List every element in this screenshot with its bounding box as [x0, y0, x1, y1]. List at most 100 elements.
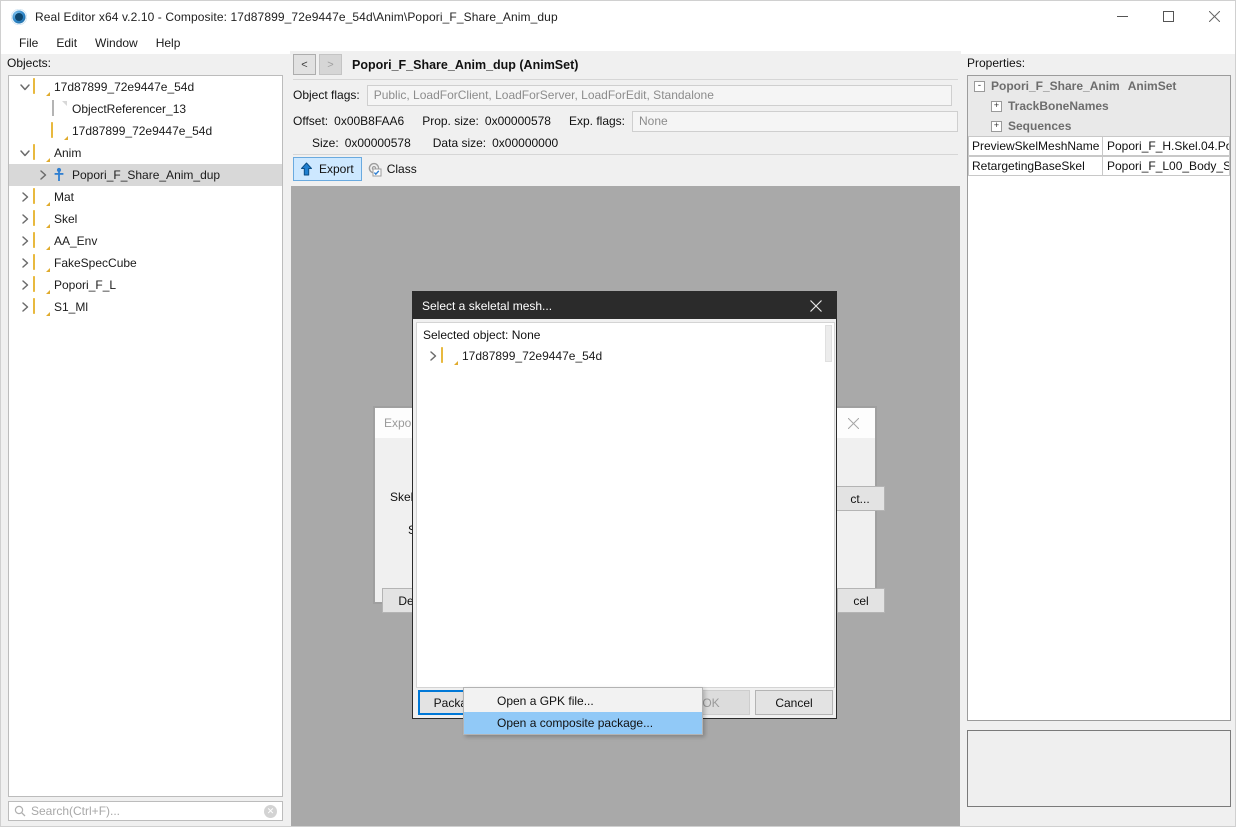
- offset-value: 0x00B8FAA6: [334, 114, 405, 128]
- property-group-row[interactable]: - Popori_F_Share_Anim AnimSet: [968, 76, 1230, 96]
- tree-item[interactable]: AA_Env: [9, 230, 282, 252]
- tree-item-label: ObjectReferencer_13: [72, 102, 187, 116]
- title-bar: Real Editor x64 v.2.10 - Composite: 17d8…: [1, 1, 1235, 32]
- prop-size-value: 0x00000578: [484, 114, 551, 128]
- divider-2: [293, 154, 958, 155]
- property-value[interactable]: Popori_F_L00_Body_Skel: [1102, 156, 1230, 176]
- chevron-right-icon[interactable]: [35, 164, 51, 186]
- minimize-icon[interactable]: [1099, 1, 1145, 32]
- close-icon[interactable]: [831, 408, 875, 438]
- document-icon: [51, 100, 67, 117]
- chevron-down-icon[interactable]: [17, 76, 33, 98]
- tree-item[interactable]: Mat: [9, 186, 282, 208]
- export-cancel-button[interactable]: cel: [837, 588, 885, 613]
- property-group-row[interactable]: + Sequences: [968, 116, 1230, 136]
- tree-item[interactable]: Skel: [9, 208, 282, 230]
- data-size-value: 0x00000000: [492, 136, 559, 150]
- object-flags-value: Public, LoadForClient, LoadForServer, Lo…: [366, 84, 952, 106]
- folder-icon: [33, 78, 49, 95]
- folder-icon: [33, 298, 49, 315]
- tab-export[interactable]: Export: [293, 157, 362, 181]
- modal-tree-item-label: 17d87899_72e9447e_54d: [462, 349, 603, 363]
- property-key: RetargetingBaseSkel: [968, 156, 1102, 176]
- properties-tree[interactable]: - Popori_F_Share_Anim AnimSet + TrackBoneNam…: [967, 75, 1231, 721]
- tree-item-label: FakeSpecCube: [54, 256, 137, 270]
- tree-item-label: Popori_F_L: [54, 278, 117, 292]
- export-arrow-icon: [298, 161, 315, 178]
- menu-item-open-composite[interactable]: Open a composite package...: [464, 712, 702, 734]
- tree-item[interactable]: 17d87899_72e9447e_54d: [9, 76, 282, 98]
- tab-export-label: Export: [319, 162, 354, 176]
- tree-item[interactable]: Anim: [9, 142, 282, 164]
- tree-item[interactable]: ObjectReferencer_13: [9, 98, 282, 120]
- chevron-right-icon[interactable]: [17, 274, 33, 296]
- menu-edit[interactable]: Edit: [47, 34, 86, 52]
- modal-tree-area[interactable]: Selected object: None 17d87899_72e9447e_…: [416, 322, 835, 688]
- chevron-right-icon[interactable]: [17, 186, 33, 208]
- property-row[interactable]: RetargetingBaseSkelPopori_F_L00_Body_Ske…: [968, 156, 1230, 176]
- objects-tree[interactable]: 17d87899_72e9447e_54d ObjectReferencer_13…: [8, 75, 283, 797]
- folder-icon: [33, 188, 49, 205]
- menu-window[interactable]: Window: [86, 34, 147, 52]
- folder-icon: [33, 276, 49, 293]
- property-expander-icon[interactable]: +: [991, 100, 1002, 112]
- close-icon[interactable]: [1191, 1, 1235, 32]
- menu-item-open-gpk[interactable]: Open a GPK file...: [464, 690, 702, 712]
- nav-back-button[interactable]: <: [293, 54, 316, 75]
- chevron-down-icon[interactable]: [17, 142, 33, 164]
- tree-item[interactable]: 17d87899_72e9447e_54d: [9, 120, 282, 142]
- size-label: Size:: [312, 136, 339, 150]
- tree-item[interactable]: S1_Ml: [9, 296, 282, 318]
- object-flags-label: Object flags:: [293, 88, 360, 102]
- search-box[interactable]: ✕: [8, 801, 283, 821]
- folder-icon: [441, 347, 457, 364]
- modal-scrollbar[interactable]: [824, 324, 833, 687]
- tree-item[interactable]: Popori_F_L: [9, 274, 282, 296]
- cancel-button[interactable]: Cancel: [755, 690, 833, 715]
- tree-item-label: AA_Env: [54, 234, 98, 248]
- property-value[interactable]: Popori_F_H.Skel.04.Popo: [1102, 136, 1230, 156]
- chevron-right-icon[interactable]: [17, 208, 33, 230]
- menu-help[interactable]: Help: [147, 34, 190, 52]
- modal-scrollbar-thumb[interactable]: [825, 325, 832, 362]
- clear-icon[interactable]: ✕: [264, 804, 277, 818]
- tab-class[interactable]: Class: [362, 157, 424, 181]
- chevron-right-icon[interactable]: [17, 296, 33, 318]
- window-controls: [1099, 1, 1235, 32]
- close-icon[interactable]: [796, 292, 836, 319]
- properties-detail-panel: [967, 730, 1231, 807]
- selected-object-text: Selected object: None: [423, 328, 541, 342]
- properties-panel-label: Properties:: [967, 56, 1026, 70]
- object-navigation: < > Popori_F_Share_Anim_dup (AnimSet): [293, 54, 578, 75]
- modal-tree-item[interactable]: 17d87899_72e9447e_54d: [417, 345, 834, 367]
- chevron-right-icon[interactable]: [17, 252, 33, 274]
- property-expander-icon[interactable]: -: [974, 80, 985, 92]
- application-window: Real Editor x64 v.2.10 - Composite: 17d8…: [0, 0, 1236, 827]
- chevron-right-icon[interactable]: [425, 345, 441, 367]
- package-context-menu: Open a GPK file... Open a composite pack…: [463, 687, 703, 735]
- select-skeletal-mesh-dialog: Select a skeletal mesh... Selected objec…: [412, 291, 837, 719]
- window-title: Real Editor x64 v.2.10 - Composite: 17d8…: [35, 9, 558, 24]
- tree-item-label: Popori_F_Share_Anim_dup: [72, 168, 221, 182]
- search-input[interactable]: [31, 802, 264, 820]
- tab-class-label: Class: [386, 162, 417, 176]
- export-select-button[interactable]: ct...: [835, 486, 885, 511]
- size-value: 0x00000578: [344, 136, 411, 150]
- tree-item[interactable]: FakeSpecCube: [9, 252, 282, 274]
- modal-title-text: Select a skeletal mesh...: [422, 298, 553, 313]
- tree-item-label: Skel: [54, 212, 78, 226]
- export-skel-label: Skel: [390, 490, 414, 504]
- folder-icon: [33, 144, 49, 161]
- tree-item[interactable]: Popori_F_Share_Anim_dup: [9, 164, 282, 186]
- menu-file[interactable]: File: [10, 34, 47, 52]
- tree-item-label: Anim: [54, 146, 82, 160]
- size-row: Size: 0x00000578 Data size: 0x00000000: [293, 133, 958, 153]
- property-row[interactable]: PreviewSkelMeshNamePopori_F_H.Skel.04.Po…: [968, 136, 1230, 156]
- property-expander-icon[interactable]: +: [991, 120, 1002, 132]
- chevron-right-icon[interactable]: [17, 230, 33, 252]
- maximize-icon[interactable]: [1145, 1, 1191, 32]
- property-group-row[interactable]: + TrackBoneNames: [968, 96, 1230, 116]
- property-group-type: AnimSet: [1127, 79, 1177, 93]
- nav-forward-button[interactable]: >: [319, 54, 342, 75]
